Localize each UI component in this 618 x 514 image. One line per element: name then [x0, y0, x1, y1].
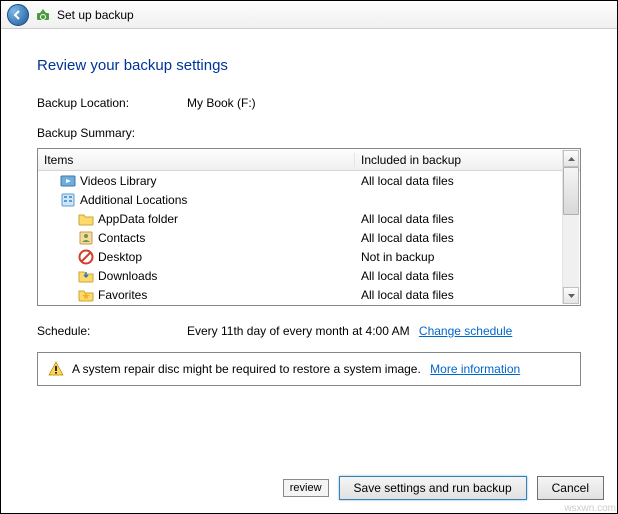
warning-icon — [48, 361, 64, 377]
scroll-up-button[interactable] — [563, 150, 579, 167]
scrollbar-thumb[interactable] — [563, 167, 579, 215]
item-name: AppData folder — [98, 212, 178, 226]
schedule-label: Schedule: — [37, 324, 187, 338]
more-information-link[interactable]: More information — [430, 362, 520, 376]
item-name: Contacts — [98, 231, 145, 245]
info-text-container: A system repair disc might be required t… — [72, 362, 520, 376]
scroll-down-button[interactable] — [563, 287, 579, 304]
column-header-included[interactable]: Included in backup — [355, 153, 580, 167]
backup-items-list: Items Included in backup Videos Library A… — [37, 148, 581, 306]
content-area: Review your backup settings Backup Locat… — [1, 29, 617, 513]
list-item[interactable]: Contacts All local data files — [38, 228, 580, 247]
blocked-icon — [78, 249, 94, 265]
list-item[interactable]: Favorites All local data files — [38, 285, 580, 304]
item-cell: Desktop — [38, 249, 355, 265]
list-item[interactable]: Desktop Not in backup — [38, 247, 580, 266]
contacts-icon — [78, 230, 94, 246]
item-name: Videos Library — [80, 174, 157, 188]
locations-icon — [60, 192, 76, 208]
backup-wizard-window: Set up backup Review your backup setting… — [0, 0, 618, 514]
schedule-text: Every 11th day of every month at 4:00 AM… — [187, 324, 512, 338]
location-label: Backup Location: — [37, 96, 187, 110]
save-and-run-button[interactable]: Save settings and run backup — [339, 476, 527, 500]
info-box: A system repair disc might be required t… — [37, 352, 581, 386]
schedule-value: Every 11th day of every month at 4:00 AM — [187, 324, 410, 338]
item-name: Additional Locations — [80, 193, 187, 207]
summary-label: Backup Summary: — [37, 126, 581, 140]
item-cell: Downloads — [38, 268, 355, 284]
titlebar: Set up backup — [1, 1, 617, 29]
video-library-icon — [60, 173, 76, 189]
list-item[interactable]: Additional Locations — [38, 190, 580, 209]
column-header-items[interactable]: Items — [38, 153, 355, 167]
item-cell: Favorites — [38, 287, 355, 303]
included-value: All local data files — [355, 174, 580, 188]
schedule-row: Schedule: Every 11th day of every month … — [37, 324, 581, 338]
downloads-icon — [78, 268, 94, 284]
cancel-button[interactable]: Cancel — [537, 476, 604, 500]
review-button[interactable]: review — [283, 479, 329, 497]
location-value: My Book (F:) — [187, 96, 256, 110]
page-heading: Review your backup settings — [37, 57, 581, 74]
back-button[interactable] — [7, 4, 29, 26]
location-row: Backup Location: My Book (F:) — [37, 96, 581, 110]
list-item[interactable]: Downloads All local data files — [38, 266, 580, 285]
item-name: Favorites — [98, 288, 147, 302]
scrollbar-track[interactable] — [563, 167, 579, 287]
list-body: Videos Library All local data files Additi… — [38, 171, 580, 305]
item-cell: Additional Locations — [38, 192, 355, 208]
folder-icon — [78, 211, 94, 227]
list-item[interactable]: Videos Library All local data files — [38, 171, 580, 190]
back-arrow-icon — [13, 10, 23, 20]
item-cell: Videos Library — [38, 173, 355, 189]
watermark: wsxwn.com — [564, 503, 616, 514]
chevron-down-icon — [568, 294, 575, 298]
item-name: Downloads — [98, 269, 157, 283]
included-value: All local data files — [355, 269, 580, 283]
list-item[interactable]: AppData folder All local data files — [38, 209, 580, 228]
item-cell: AppData folder — [38, 211, 355, 227]
included-value: Not in backup — [355, 250, 580, 264]
window-title: Set up backup — [57, 8, 134, 22]
chevron-up-icon — [568, 157, 575, 161]
included-value: All local data files — [355, 231, 580, 245]
list-header: Items Included in backup — [38, 149, 580, 171]
change-schedule-link[interactable]: Change schedule — [419, 324, 512, 338]
footer-buttons: review Save settings and run backup Canc… — [283, 476, 604, 500]
item-name: Desktop — [98, 250, 142, 264]
item-cell: Contacts — [38, 230, 355, 246]
included-value: All local data files — [355, 288, 580, 302]
included-value: All local data files — [355, 212, 580, 226]
backup-icon — [35, 7, 51, 23]
info-text: A system repair disc might be required t… — [72, 362, 421, 376]
favorites-icon — [78, 287, 94, 303]
vertical-scrollbar[interactable] — [562, 150, 579, 304]
